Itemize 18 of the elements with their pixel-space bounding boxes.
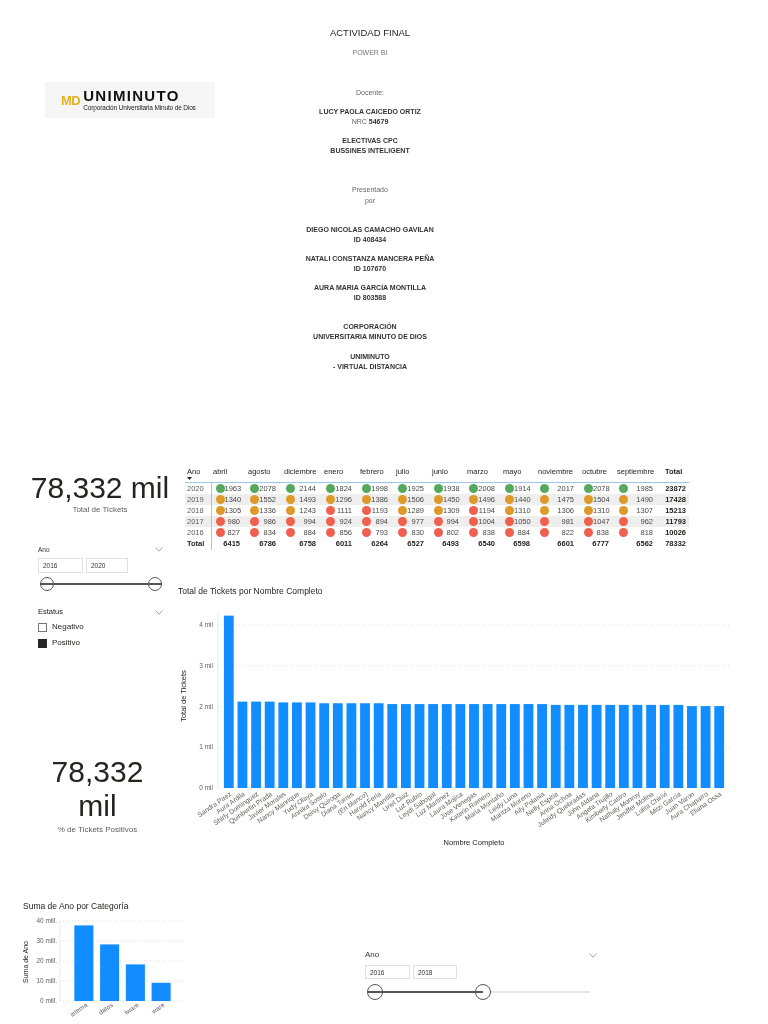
checkbox[interactable] — [38, 638, 47, 648]
logo-wordmark: UNIMINUTO — [83, 89, 181, 103]
checkbox[interactable] — [38, 622, 47, 632]
slicer-title: Ano — [365, 950, 380, 960]
bar — [151, 982, 171, 1001]
kpi-label: % de Tickets Positivos — [56, 825, 139, 835]
bar — [100, 944, 120, 1001]
checkbox-label[interactable]: Positivo — [52, 638, 80, 648]
document-title: ACTIVIDAD FINAL — [328, 27, 412, 39]
logo-monogram: MD — [61, 93, 81, 107]
slider-handle[interactable] — [474, 984, 491, 1000]
checkbox-label[interactable]: Negativo — [52, 622, 84, 632]
bar — [125, 964, 145, 1001]
kpi-value: 78,332 mil — [50, 755, 145, 823]
kpi-value: 78,332 mil — [29, 471, 171, 505]
chart-title: Total de Tickets por Nombre Completo — [178, 585, 324, 596]
chart-title: Suma de Ano por Categoría — [23, 901, 130, 911]
kpi-label: Total de Tickets — [71, 505, 129, 515]
